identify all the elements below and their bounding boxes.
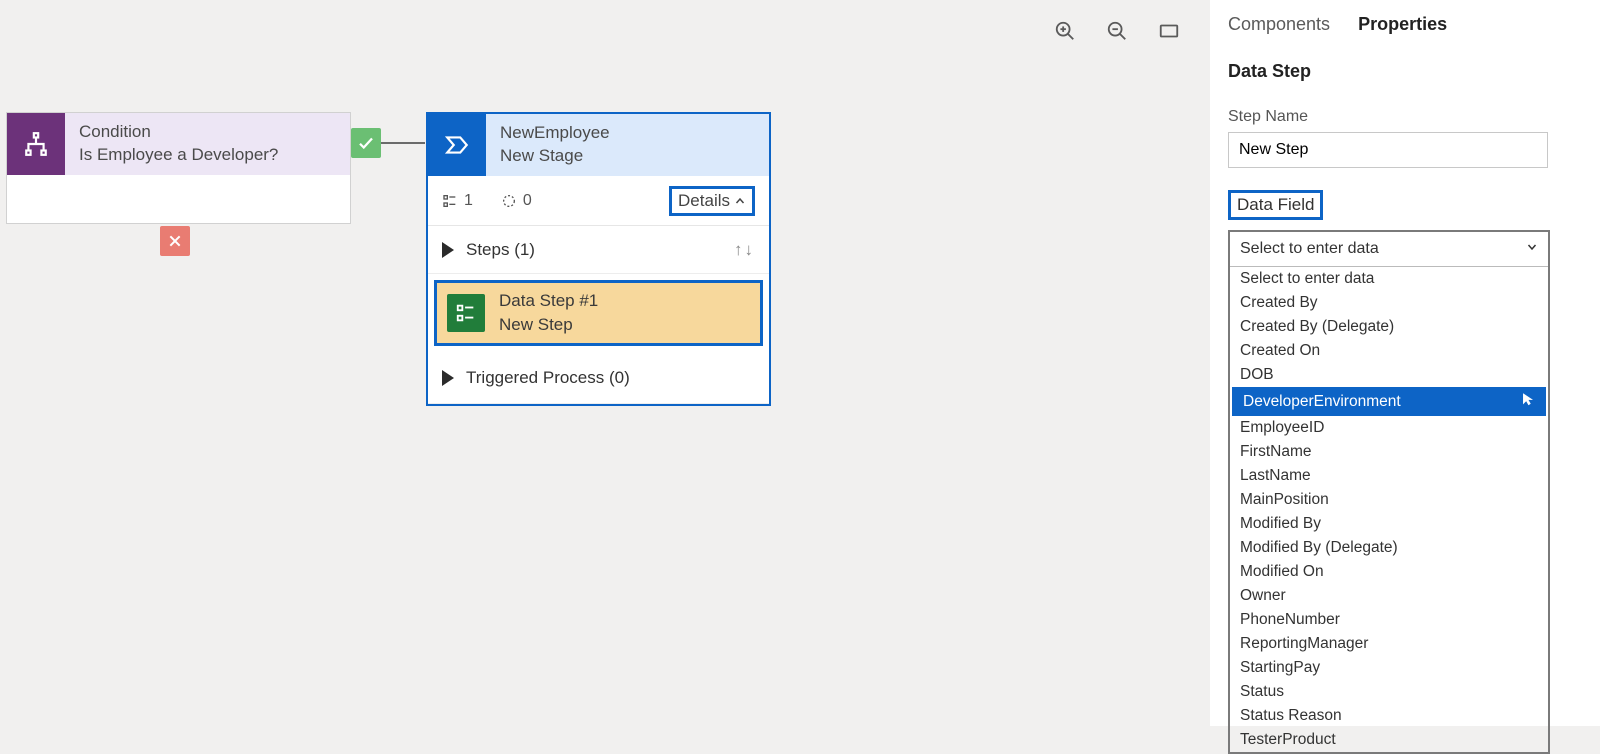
select-option[interactable]: PhoneNumber: [1230, 608, 1548, 632]
select-option[interactable]: TesterProduct: [1230, 728, 1548, 752]
select-option[interactable]: Modified By (Delegate): [1230, 536, 1548, 560]
data-field-select[interactable]: Select to enter data Select to enter dat…: [1228, 230, 1550, 754]
select-option[interactable]: Owner: [1230, 584, 1548, 608]
select-option[interactable]: ReportingManager: [1230, 632, 1548, 656]
zoom-out-icon[interactable]: [1106, 20, 1128, 42]
stage-entity: NewEmployee: [500, 122, 610, 145]
select-option[interactable]: Modified On: [1230, 560, 1548, 584]
select-option[interactable]: LastName: [1230, 464, 1548, 488]
condition-subtitle: Is Employee a Developer?: [79, 144, 278, 167]
select-option[interactable]: DeveloperEnvironment: [1230, 387, 1548, 416]
condition-node[interactable]: Condition Is Employee a Developer?: [6, 112, 351, 224]
condition-body: [7, 175, 350, 223]
chevron-down-icon: [1526, 240, 1538, 258]
loop-count: 0: [523, 192, 532, 210]
select-option[interactable]: EmployeeID: [1230, 416, 1548, 440]
reorder-arrows-icon[interactable]: ↑↓: [734, 240, 755, 260]
stage-name: New Stage: [500, 145, 610, 168]
select-option[interactable]: MainPosition: [1230, 488, 1548, 512]
canvas-toolbar: [1054, 20, 1180, 42]
stage-chevron-icon: [428, 114, 486, 176]
steps-count-icon: 1: [442, 192, 473, 210]
step-name-label: Step Name: [1228, 108, 1582, 126]
select-option[interactable]: Status: [1230, 680, 1548, 704]
condition-title: Condition: [79, 121, 278, 144]
collapse-triangle-icon: [442, 242, 454, 258]
select-option[interactable]: Modified By: [1230, 512, 1548, 536]
properties-panel: Components Properties Data Step Step Nam…: [1210, 0, 1600, 726]
data-step-title: Data Step #1: [499, 289, 598, 313]
condition-false-handle[interactable]: [160, 226, 190, 256]
steps-count: 1: [464, 192, 473, 210]
select-option[interactable]: Created By (Delegate): [1230, 315, 1548, 339]
tab-properties[interactable]: Properties: [1358, 14, 1447, 35]
details-label: Details: [678, 191, 730, 211]
data-field-label: Data Field: [1228, 190, 1323, 220]
panel-subtitle: Data Step: [1228, 61, 1582, 82]
step-name-input[interactable]: [1228, 132, 1548, 168]
select-option[interactable]: FirstName: [1230, 440, 1548, 464]
condition-header: Condition Is Employee a Developer?: [7, 113, 350, 175]
form-list-icon: [447, 294, 485, 332]
stage-node[interactable]: NewEmployee New Stage 1 0 Details Steps …: [426, 112, 771, 406]
select-options-list: Select to enter dataCreated ByCreated By…: [1230, 266, 1548, 752]
details-toggle[interactable]: Details: [669, 186, 755, 216]
steps-section-header[interactable]: Steps (1) ↑↓: [428, 226, 769, 274]
branch-icon: [7, 113, 65, 175]
select-option[interactable]: DOB: [1230, 363, 1548, 387]
steps-header-label: Steps (1): [466, 240, 535, 260]
panel-tabs: Components Properties: [1228, 14, 1582, 35]
select-option[interactable]: Select to enter data: [1230, 267, 1548, 291]
loop-count-icon: 0: [501, 192, 532, 210]
stage-meta-row: 1 0 Details: [428, 176, 769, 226]
triggered-process-header[interactable]: Triggered Process (0): [428, 352, 769, 404]
zoom-in-icon[interactable]: [1054, 20, 1076, 42]
select-display[interactable]: Select to enter data: [1230, 232, 1548, 266]
chevron-up-icon: [734, 195, 746, 207]
tab-components[interactable]: Components: [1228, 14, 1330, 35]
cursor-icon: [1521, 392, 1535, 411]
select-option[interactable]: StartingPay: [1230, 656, 1548, 680]
select-placeholder: Select to enter data: [1240, 240, 1379, 258]
collapse-triangle-icon: [442, 370, 454, 386]
select-option[interactable]: Status Reason: [1230, 704, 1548, 728]
condition-true-handle[interactable]: [351, 128, 381, 158]
data-step-sub: New Step: [499, 313, 598, 337]
select-option[interactable]: Created By: [1230, 291, 1548, 315]
data-step-item[interactable]: Data Step #1 New Step: [434, 280, 763, 346]
triggered-process-label: Triggered Process (0): [466, 368, 630, 388]
select-option[interactable]: Created On: [1230, 339, 1548, 363]
fit-screen-icon[interactable]: [1158, 20, 1180, 42]
connector: [381, 142, 425, 144]
stage-header: NewEmployee New Stage: [428, 114, 769, 176]
